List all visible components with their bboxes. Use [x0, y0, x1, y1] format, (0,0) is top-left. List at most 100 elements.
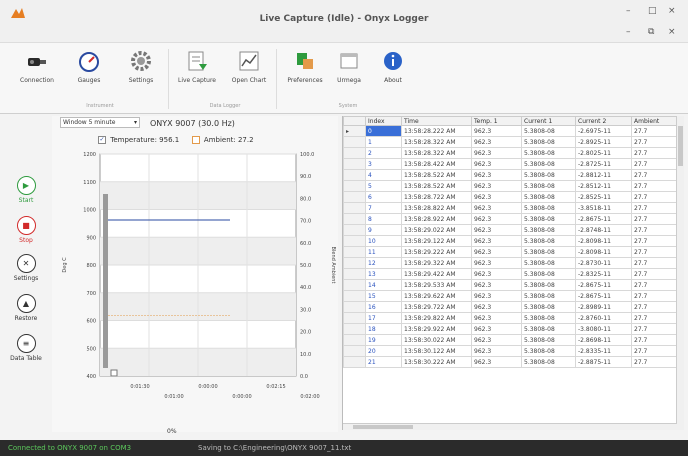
table-row[interactable]: 5 13:58:28.522 AM 962.3 5.3808-08 -2.8512-11…: [343, 180, 678, 192]
row-header[interactable]: [343, 158, 366, 170]
title-bar: Live Capture (Idle) - Onyx Logger – □ × …: [0, 0, 688, 42]
column-header[interactable]: Current 2: [575, 116, 632, 126]
row-header[interactable]: [343, 257, 366, 269]
table-cell: 962.3: [471, 246, 522, 258]
temperature-chart[interactable]: 1200 1100 1000 900 800 700 600 500 400 100.0 90.0 8…: [52, 146, 338, 426]
table-row[interactable]: 16 13:58:29.722 AM 962.3 5.3808-08 -2.8989-1…: [343, 301, 678, 313]
minimize-button[interactable]: –: [626, 6, 631, 16]
maximize-button[interactable]: □: [648, 6, 657, 16]
table-cell: 20: [365, 345, 402, 357]
settings-button[interactable]: Settings: [118, 49, 164, 84]
live-capture-button[interactable]: Live Capture: [174, 49, 220, 84]
start-button[interactable]: ▶ Start: [6, 176, 46, 204]
table-cell: 962.3: [471, 290, 522, 302]
row-header[interactable]: [343, 213, 366, 225]
row-header[interactable]: ▸: [343, 125, 366, 137]
table-row[interactable]: 3 13:58:28.422 AM 962.3 5.3808-08 -2.8725-11…: [343, 158, 678, 170]
row-header[interactable]: [343, 312, 366, 324]
row-header[interactable]: [343, 334, 366, 346]
column-header[interactable]: Ambient: [631, 116, 678, 126]
close-button[interactable]: ×: [668, 6, 676, 16]
table-row[interactable]: 14 13:58:29.533 AM 962.3 5.3808-08 -2.8675-1…: [343, 279, 678, 291]
row-header[interactable]: [343, 169, 366, 181]
mdi-close-button[interactable]: ×: [668, 27, 676, 37]
table-row[interactable]: 1 13:58:28.322 AM 962.3 5.3808-08 -2.8925-11…: [343, 136, 678, 148]
table-cell: 27.7: [631, 224, 678, 236]
app-window: Live Capture (Idle) - Onyx Logger – □ × …: [0, 0, 688, 456]
table-row[interactable]: 13 13:58:29.422 AM 962.3 5.3808-08 -2.8325-1…: [343, 268, 678, 280]
row-header[interactable]: [343, 202, 366, 214]
row-header[interactable]: [343, 345, 366, 357]
table-cell: -3.8518-11: [575, 202, 632, 214]
table-cell: 27.7: [631, 279, 678, 291]
vertical-scrollbar[interactable]: [676, 116, 684, 430]
restore-button[interactable]: ▲ Restore: [6, 294, 46, 322]
data-table[interactable]: Index Time Temp. 1 Current 1 Current 2 Ambien…: [343, 116, 678, 368]
table-cell: -2.6975-11: [575, 125, 632, 137]
table-row[interactable]: 17 13:58:29.822 AM 962.3 5.3808-08 -2.8760-1…: [343, 312, 678, 324]
preferences-button[interactable]: Preferences: [282, 49, 328, 84]
table-row[interactable]: 18 13:58:29.922 AM 962.3 5.3808-08 -3.8080-1…: [343, 323, 678, 335]
row-header[interactable]: [343, 323, 366, 335]
horizontal-scrollbar[interactable]: [343, 423, 677, 430]
row-header[interactable]: [343, 279, 366, 291]
table-row[interactable]: 19 13:58:30.022 AM 962.3 5.3808-08 -2.8698-1…: [343, 334, 678, 346]
table-cell: -3.8080-11: [575, 323, 632, 335]
connection-button[interactable]: Connection: [14, 49, 60, 84]
column-header[interactable]: Current 1: [521, 116, 576, 126]
stop-button[interactable]: ■ Stop: [6, 216, 46, 244]
window-size-select[interactable]: Window 5 minute ▾: [60, 117, 140, 128]
x-tick-label: 0:01:30: [130, 384, 149, 390]
table-row[interactable]: 6 13:58:28.722 AM 962.3 5.3808-08 -2.8525-11…: [343, 191, 678, 203]
about-button[interactable]: About: [370, 49, 416, 84]
settings-nav-button[interactable]: ✕ Settings: [6, 254, 46, 282]
row-header[interactable]: [343, 301, 366, 313]
table-row[interactable]: 4 13:58:28.522 AM 962.3 5.3808-08 -2.8812-11…: [343, 169, 678, 181]
column-header[interactable]: Index: [365, 116, 402, 126]
row-header[interactable]: [343, 147, 366, 159]
row-header[interactable]: [343, 191, 366, 203]
table-row[interactable]: 12 13:58:29.322 AM 962.3 5.3808-08 -2.8730-1…: [343, 257, 678, 269]
gauges-button[interactable]: Gauges: [66, 49, 112, 84]
row-header[interactable]: [343, 180, 366, 192]
row-header[interactable]: [343, 268, 366, 280]
open-chart-button[interactable]: Open Chart: [226, 49, 272, 84]
urmega-button[interactable]: Urmega: [326, 49, 372, 84]
y2-tick-label: 100.0: [300, 152, 314, 158]
table-row[interactable]: 21 13:58:30.222 AM 962.3 5.3808-08 -2.8875-1…: [343, 356, 678, 368]
mdi-minimize-button[interactable]: –: [626, 27, 631, 37]
table-cell: 5.3808-08: [521, 257, 576, 269]
row-header[interactable]: [343, 136, 366, 148]
row-header[interactable]: [343, 246, 366, 258]
y2-tick-label: 40.0: [300, 285, 311, 291]
mdi-restore-button[interactable]: ⧉: [648, 27, 654, 37]
ambient-checkbox[interactable]: [191, 136, 200, 144]
column-header[interactable]: Time: [401, 116, 472, 126]
table-row[interactable]: 11 13:58:29.222 AM 962.3 5.3808-08 -2.8098-1…: [343, 246, 678, 258]
row-header[interactable]: [343, 235, 366, 247]
table-cell: 962.3: [471, 224, 522, 236]
table-row[interactable]: 15 13:58:29.622 AM 962.3 5.3808-08 -2.8675-1…: [343, 290, 678, 302]
temperature-checkbox[interactable]: ✓: [98, 136, 106, 144]
table-row[interactable]: ▸ 0 13:58:28.222 AM 962.3 5.3808-08 -2.6975-1…: [343, 125, 678, 137]
table-cell: -2.8098-11: [575, 235, 632, 247]
column-header[interactable]: Temp. 1: [471, 116, 522, 126]
table-row[interactable]: 10 13:58:29.122 AM 962.3 5.3808-08 -2.8098-1…: [343, 235, 678, 247]
data-table-button[interactable]: ≡ Data Table: [6, 334, 46, 362]
row-header[interactable]: [343, 224, 366, 236]
y-tick-label: 400: [86, 374, 96, 380]
table-cell: -2.8675-11: [575, 213, 632, 225]
chart-scroll-handle[interactable]: [110, 369, 118, 377]
table-cell: 5.3808-08: [521, 136, 576, 148]
table-cell: 5.3808-08: [521, 202, 576, 214]
table-row[interactable]: 8 13:58:28.922 AM 962.3 5.3808-08 -2.8675-11…: [343, 213, 678, 225]
table-row[interactable]: 2 13:58:28.322 AM 962.3 5.3808-08 -2.8025-11…: [343, 147, 678, 159]
table-row[interactable]: 7 13:58:28.822 AM 962.3 5.3808-08 -3.8518-11…: [343, 202, 678, 214]
data-table-label: Data Table: [10, 355, 42, 362]
table-cell: 962.3: [471, 125, 522, 137]
table-cell: 962.3: [471, 235, 522, 247]
row-header[interactable]: [343, 356, 366, 368]
table-row[interactable]: 20 13:58:30.122 AM 962.3 5.3808-08 -2.8335-1…: [343, 345, 678, 357]
table-row[interactable]: 9 13:58:29.022 AM 962.3 5.3808-08 -2.8748-11…: [343, 224, 678, 236]
row-header[interactable]: [343, 290, 366, 302]
